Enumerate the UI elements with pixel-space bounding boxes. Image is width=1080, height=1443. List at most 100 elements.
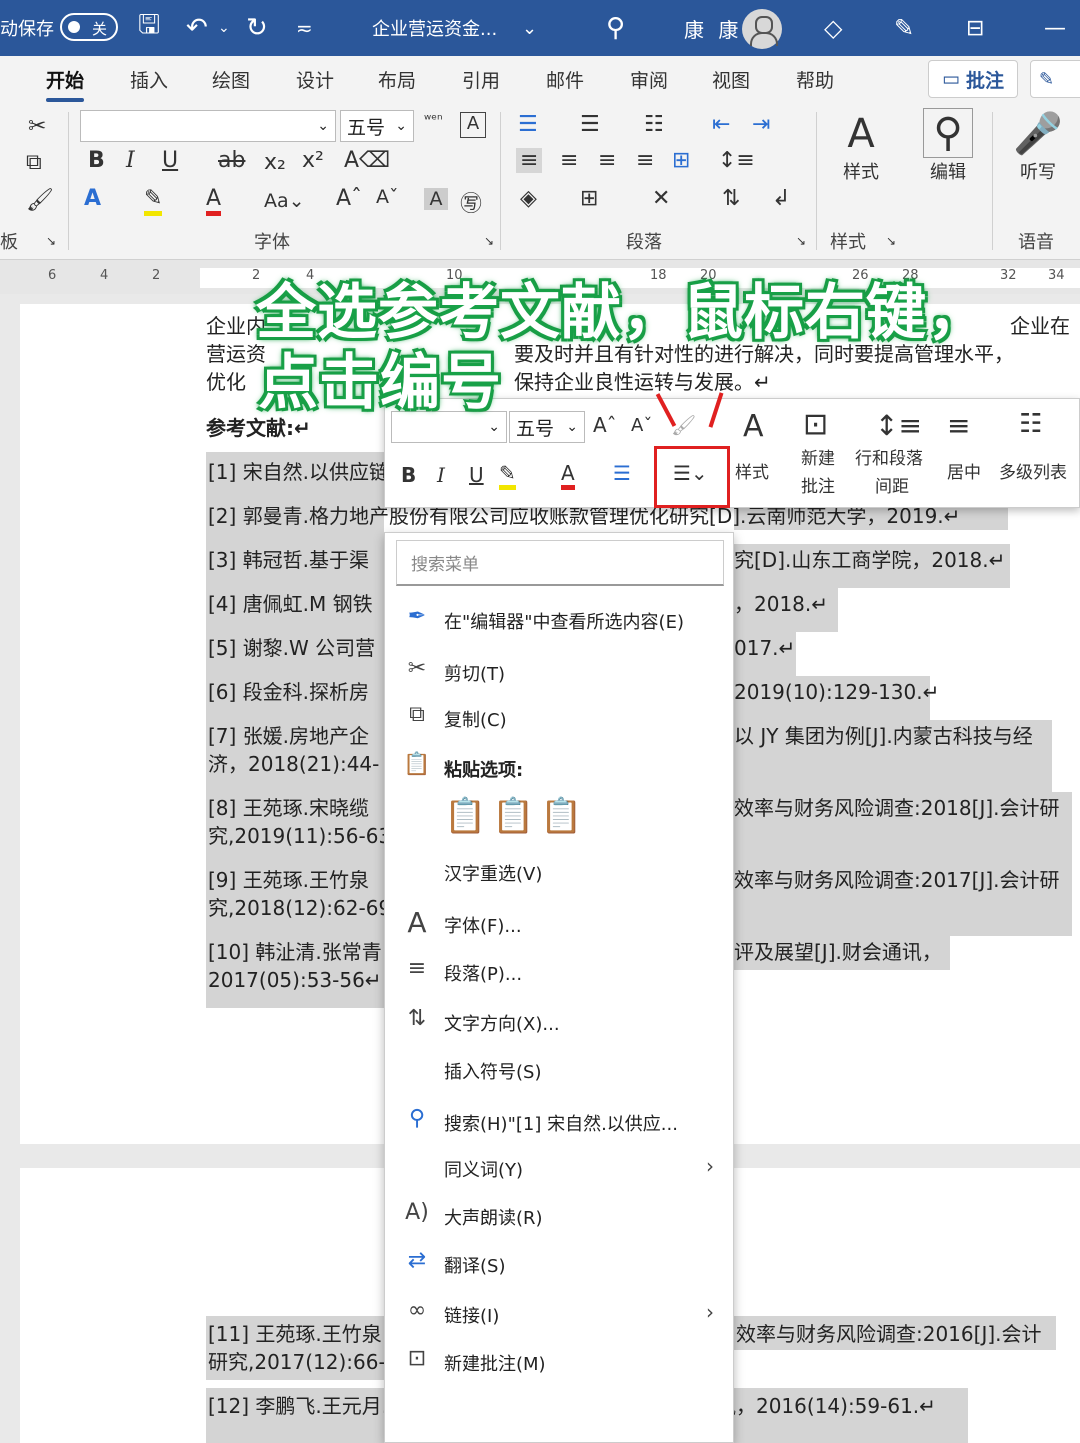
diamond-icon[interactable]: ◇ — [824, 0, 842, 56]
numbering-icon[interactable]: ☰ — [580, 112, 600, 137]
paragraph-launcher-icon[interactable]: ↘ — [796, 234, 806, 248]
sort-icon[interactable]: ⇅ — [722, 186, 740, 211]
new-comment-label-1[interactable]: 新建 — [801, 445, 835, 473]
redo-icon[interactable]: ↻ — [246, 0, 268, 56]
superscript-icon[interactable]: x² — [302, 148, 324, 173]
change-case-icon[interactable]: Aa⌄ — [264, 190, 305, 212]
font-launcher-icon[interactable]: ↘ — [484, 234, 494, 248]
font-size-combo[interactable]: 五号 ⌄ — [340, 110, 414, 142]
increase-indent-icon[interactable]: ⇥ — [752, 112, 770, 137]
font-name-combo[interactable]: ⌄ — [80, 110, 336, 142]
copy-icon[interactable]: ⧉ — [26, 150, 42, 175]
comments-button[interactable]: ▭ 批注 — [928, 60, 1018, 98]
undo-dropdown-icon[interactable]: ⌄ — [218, 0, 230, 56]
text-effects-icon[interactable]: A — [84, 186, 101, 211]
avatar[interactable] — [742, 9, 782, 49]
subscript-icon[interactable]: x₂ — [264, 150, 286, 175]
menu-item-paragraph[interactable]: 段落(P)... — [444, 960, 522, 986]
justify-icon[interactable]: ≡ — [636, 148, 654, 173]
line-spacing-icon[interactable]: ↕≡ — [718, 148, 755, 173]
shrink-font-icon[interactable]: Aˇ — [631, 415, 652, 436]
menu-item-text-direction[interactable]: 文字方向(X)... — [444, 1010, 560, 1036]
minimize-icon[interactable]: — — [1044, 0, 1066, 56]
align-center-icon[interactable]: ≡ — [560, 148, 578, 173]
bold-icon[interactable]: B — [88, 148, 105, 173]
menu-item-reconversion[interactable]: 汉字重选(V) — [444, 860, 542, 886]
paste-text-only-icon[interactable]: 📋 — [540, 796, 582, 836]
multilevel-list-icon[interactable]: ☷ — [1019, 409, 1042, 439]
shading-icon[interactable]: ◈ — [520, 186, 537, 211]
tab-draw[interactable]: 绘图 — [212, 66, 250, 93]
shrink-font-icon[interactable]: Aˇ — [376, 186, 399, 208]
decrease-indent-icon[interactable]: ⇤ — [712, 112, 730, 137]
grow-font-icon[interactable]: Aˆ — [336, 186, 362, 211]
bold-icon[interactable]: B — [401, 463, 416, 487]
tab-references[interactable]: 引用 — [462, 66, 500, 93]
center-icon[interactable]: ≡ — [947, 409, 970, 442]
tab-help[interactable]: 帮助 — [796, 66, 834, 93]
customize-icon[interactable]: ≂ — [296, 0, 313, 56]
menu-item-insert-symbol[interactable]: 插入符号(S) — [444, 1058, 541, 1084]
tab-mailings[interactable]: 邮件 — [546, 66, 584, 93]
undo-icon[interactable]: ↶ — [186, 0, 208, 56]
document-title[interactable]: 企业营运资金... — [372, 0, 497, 56]
italic-icon[interactable]: I — [437, 463, 445, 487]
title-dropdown-icon[interactable]: ⌄ — [522, 0, 537, 56]
tab-home[interactable]: 开始 — [46, 66, 85, 102]
phonetic-guide-icon[interactable]: ʷᵉⁿ — [424, 112, 443, 128]
search-icon[interactable]: ⚲ — [606, 0, 625, 56]
asian-layout-icon[interactable]: ✕ — [652, 186, 670, 211]
char-shading-icon[interactable]: A — [424, 188, 448, 210]
menu-item-search[interactable]: 搜索(H)"[1] 宋自然.以供应... — [444, 1110, 678, 1136]
underline-icon[interactable]: U — [162, 148, 178, 173]
underline-icon[interactable]: U — [469, 463, 484, 487]
menu-item-copy[interactable]: 复制(C) — [444, 706, 507, 732]
ribbon-display-icon[interactable]: ⊟ — [966, 0, 984, 56]
align-right-icon[interactable]: ≡ — [598, 148, 616, 173]
multilevel-list-icon[interactable]: ☷ — [644, 112, 664, 137]
autosave-toggle[interactable]: 关 — [60, 13, 118, 41]
distributed-icon[interactable]: ⊞ — [672, 148, 690, 173]
highlight-icon[interactable]: ✎ — [499, 461, 516, 490]
menu-item-new-comment[interactable]: 新建批注(M) — [444, 1350, 546, 1376]
font-color-icon[interactable]: A — [206, 186, 222, 216]
user-name[interactable]: 康 康 — [684, 0, 742, 56]
multilevel-list-label[interactable]: 多级列表 — [999, 459, 1067, 487]
pen-icon[interactable]: ✎ — [894, 0, 914, 56]
new-comment-icon[interactable]: ⊡ — [803, 407, 828, 442]
menu-item-cut[interactable]: 剪切(T) — [444, 660, 505, 686]
grow-font-icon[interactable]: Aˆ — [593, 413, 617, 437]
styles-launcher-icon[interactable]: ↘ — [886, 234, 896, 248]
tab-insert[interactable]: 插入 — [130, 66, 168, 93]
bullets-icon[interactable]: ☰ — [613, 461, 631, 485]
styles-button[interactable]: A 样式 — [834, 110, 888, 184]
mini-styles-label[interactable]: 样式 — [735, 459, 769, 487]
menu-item-font[interactable]: 字体(F)... — [444, 912, 522, 938]
editing-mode-button[interactable]: ✎ — [1030, 60, 1080, 98]
menu-item-editor[interactable]: 在"编辑器"中查看所选内容(E) — [444, 608, 684, 634]
dictate-button[interactable]: 🎤 听写 — [1010, 110, 1066, 184]
enclose-char-icon[interactable]: ㊢ — [460, 186, 482, 218]
align-left-icon[interactable]: ≡ — [516, 148, 543, 173]
paste-merge-format-icon[interactable]: 📋 — [492, 796, 534, 836]
tab-view[interactable]: 视图 — [712, 66, 750, 93]
clipboard-launcher-icon[interactable]: ↘ — [46, 234, 56, 248]
search-menu-input[interactable]: 搜索菜单 — [396, 540, 724, 586]
highlight-icon[interactable]: ✎ — [144, 186, 163, 216]
tab-layout[interactable]: 布局 — [378, 66, 416, 93]
center-label[interactable]: 居中 — [947, 459, 981, 487]
menu-item-synonyms[interactable]: 同义词(Y) — [444, 1156, 523, 1182]
font-color-icon[interactable]: A — [561, 461, 575, 490]
strikethrough-icon[interactable]: ab — [218, 148, 245, 173]
menu-item-read-aloud[interactable]: 大声朗读(R) — [444, 1204, 543, 1230]
new-comment-label-2[interactable]: 批注 — [801, 473, 835, 501]
char-border-icon[interactable]: A — [460, 112, 486, 138]
bullets-icon[interactable]: ☰ — [518, 112, 538, 137]
cut-icon[interactable]: ✂ — [28, 114, 46, 139]
menu-item-link[interactable]: 链接(I) — [444, 1302, 499, 1328]
line-spacing-icon[interactable]: ↕≡ — [875, 409, 922, 442]
mini-size-combo[interactable]: 五号 ⌄ — [509, 411, 585, 443]
styles-icon[interactable]: A — [743, 409, 764, 444]
tab-review[interactable]: 审阅 — [630, 66, 668, 93]
line-spacing-label-2[interactable]: 间距 — [875, 473, 909, 501]
